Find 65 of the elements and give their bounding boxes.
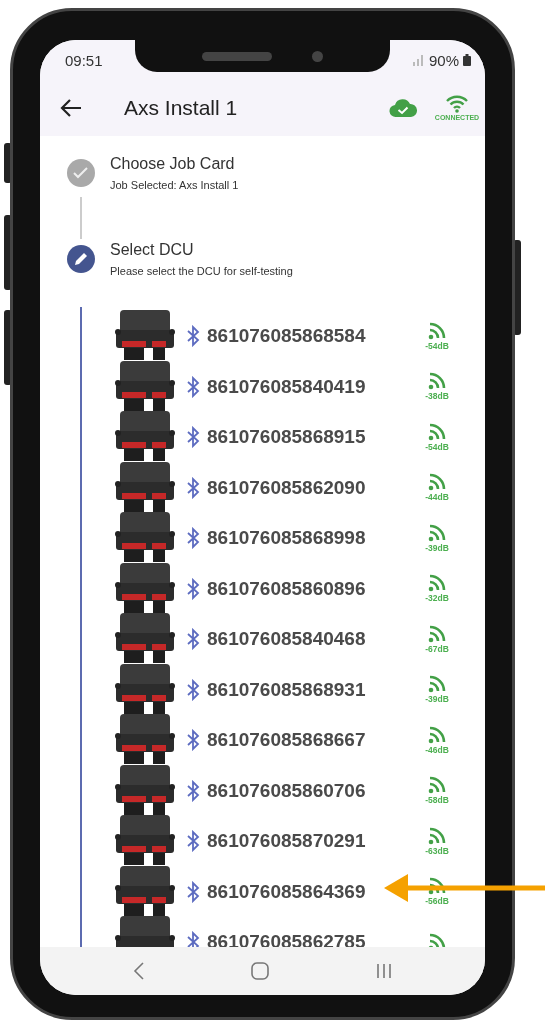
step-subtitle: Job Selected: Axs Install 1 <box>110 179 239 191</box>
recent-apps-icon[interactable] <box>374 962 393 980</box>
bluetooth-icon <box>186 577 200 600</box>
signal-reading: -38dB <box>425 391 449 402</box>
device-id[interactable]: 861076085860896 <box>207 577 366 600</box>
device-id[interactable]: 861076085870291 <box>207 830 366 853</box>
signal-reading: -39dB <box>425 542 449 553</box>
signal-reading: -46dB <box>425 744 449 755</box>
signal-reading: -54dB <box>425 340 449 351</box>
wifi-icon <box>445 95 469 113</box>
bluetooth-icon <box>186 375 200 398</box>
signal-strength-icon <box>428 725 446 744</box>
bluetooth-icon <box>186 729 200 752</box>
back-nav-icon[interactable] <box>132 961 145 981</box>
signal-strength-icon <box>428 877 446 896</box>
device-id[interactable]: 861076085860706 <box>207 779 366 802</box>
home-nav-icon[interactable] <box>249 961 270 981</box>
signal-reading: -54dB <box>425 441 449 452</box>
bluetooth-icon <box>186 325 200 348</box>
signal-strength-icon <box>428 624 446 643</box>
device-id[interactable]: 861076085868998 <box>207 527 366 550</box>
status-time: 09:51 <box>65 51 103 69</box>
bluetooth-icon <box>186 880 200 903</box>
signal-strength-icon <box>428 574 446 593</box>
device-id[interactable]: 861076085868584 <box>207 325 366 348</box>
signal-strength-icon <box>428 422 446 441</box>
back-arrow-icon[interactable] <box>60 99 82 117</box>
signal-strength-icon <box>428 675 446 694</box>
device-id[interactable]: 861076085862090 <box>207 476 366 499</box>
signal-strength-icon <box>428 372 446 391</box>
bluetooth-icon <box>186 476 200 499</box>
signal-reading: -67dB <box>425 643 449 654</box>
bluetooth-icon <box>186 779 200 802</box>
signal-reading: -58dB <box>425 795 449 806</box>
bluetooth-icon <box>186 678 200 701</box>
bluetooth-icon <box>186 628 200 651</box>
signal-strength-icon <box>428 523 446 542</box>
signal-strength-icon <box>428 776 446 795</box>
bluetooth-icon <box>186 830 200 853</box>
signal-reading: -63dB <box>425 845 449 856</box>
bluetooth-icon <box>186 527 200 550</box>
battery-icon <box>463 54 471 66</box>
signal-strength-icon <box>428 933 446 947</box>
signal-reading: -56dB <box>425 896 449 907</box>
device-id[interactable]: 861076085868667 <box>207 729 366 752</box>
device-id[interactable]: 861076085868915 <box>207 426 366 449</box>
battery-level: 90% <box>428 51 459 69</box>
device-id[interactable]: 861076085840419 <box>207 375 366 398</box>
cloud-check-icon <box>389 98 417 118</box>
signal-bars-icon <box>410 54 425 66</box>
signal-strength-icon <box>428 826 446 845</box>
bluetooth-icon <box>186 426 200 449</box>
signal-reading: -39dB <box>425 694 449 705</box>
bluetooth-icon <box>186 931 200 947</box>
device-id[interactable]: 861076085868931 <box>207 678 366 701</box>
screen-title: Axs Install 1 <box>124 96 239 120</box>
signal-strength-icon <box>428 473 446 492</box>
signal-reading: -32dB <box>425 593 449 604</box>
signal-strength-icon <box>428 321 446 340</box>
step-title: Select DCU <box>110 241 195 259</box>
signal-reading: -44dB <box>425 492 449 503</box>
step-title: Choose Job Card <box>110 155 236 173</box>
step-subtitle: Please select the DCU for self-testing <box>110 265 293 277</box>
device-id[interactable]: 861076085840468 <box>207 628 366 651</box>
device-id[interactable]: 861076085864369 <box>207 880 366 903</box>
